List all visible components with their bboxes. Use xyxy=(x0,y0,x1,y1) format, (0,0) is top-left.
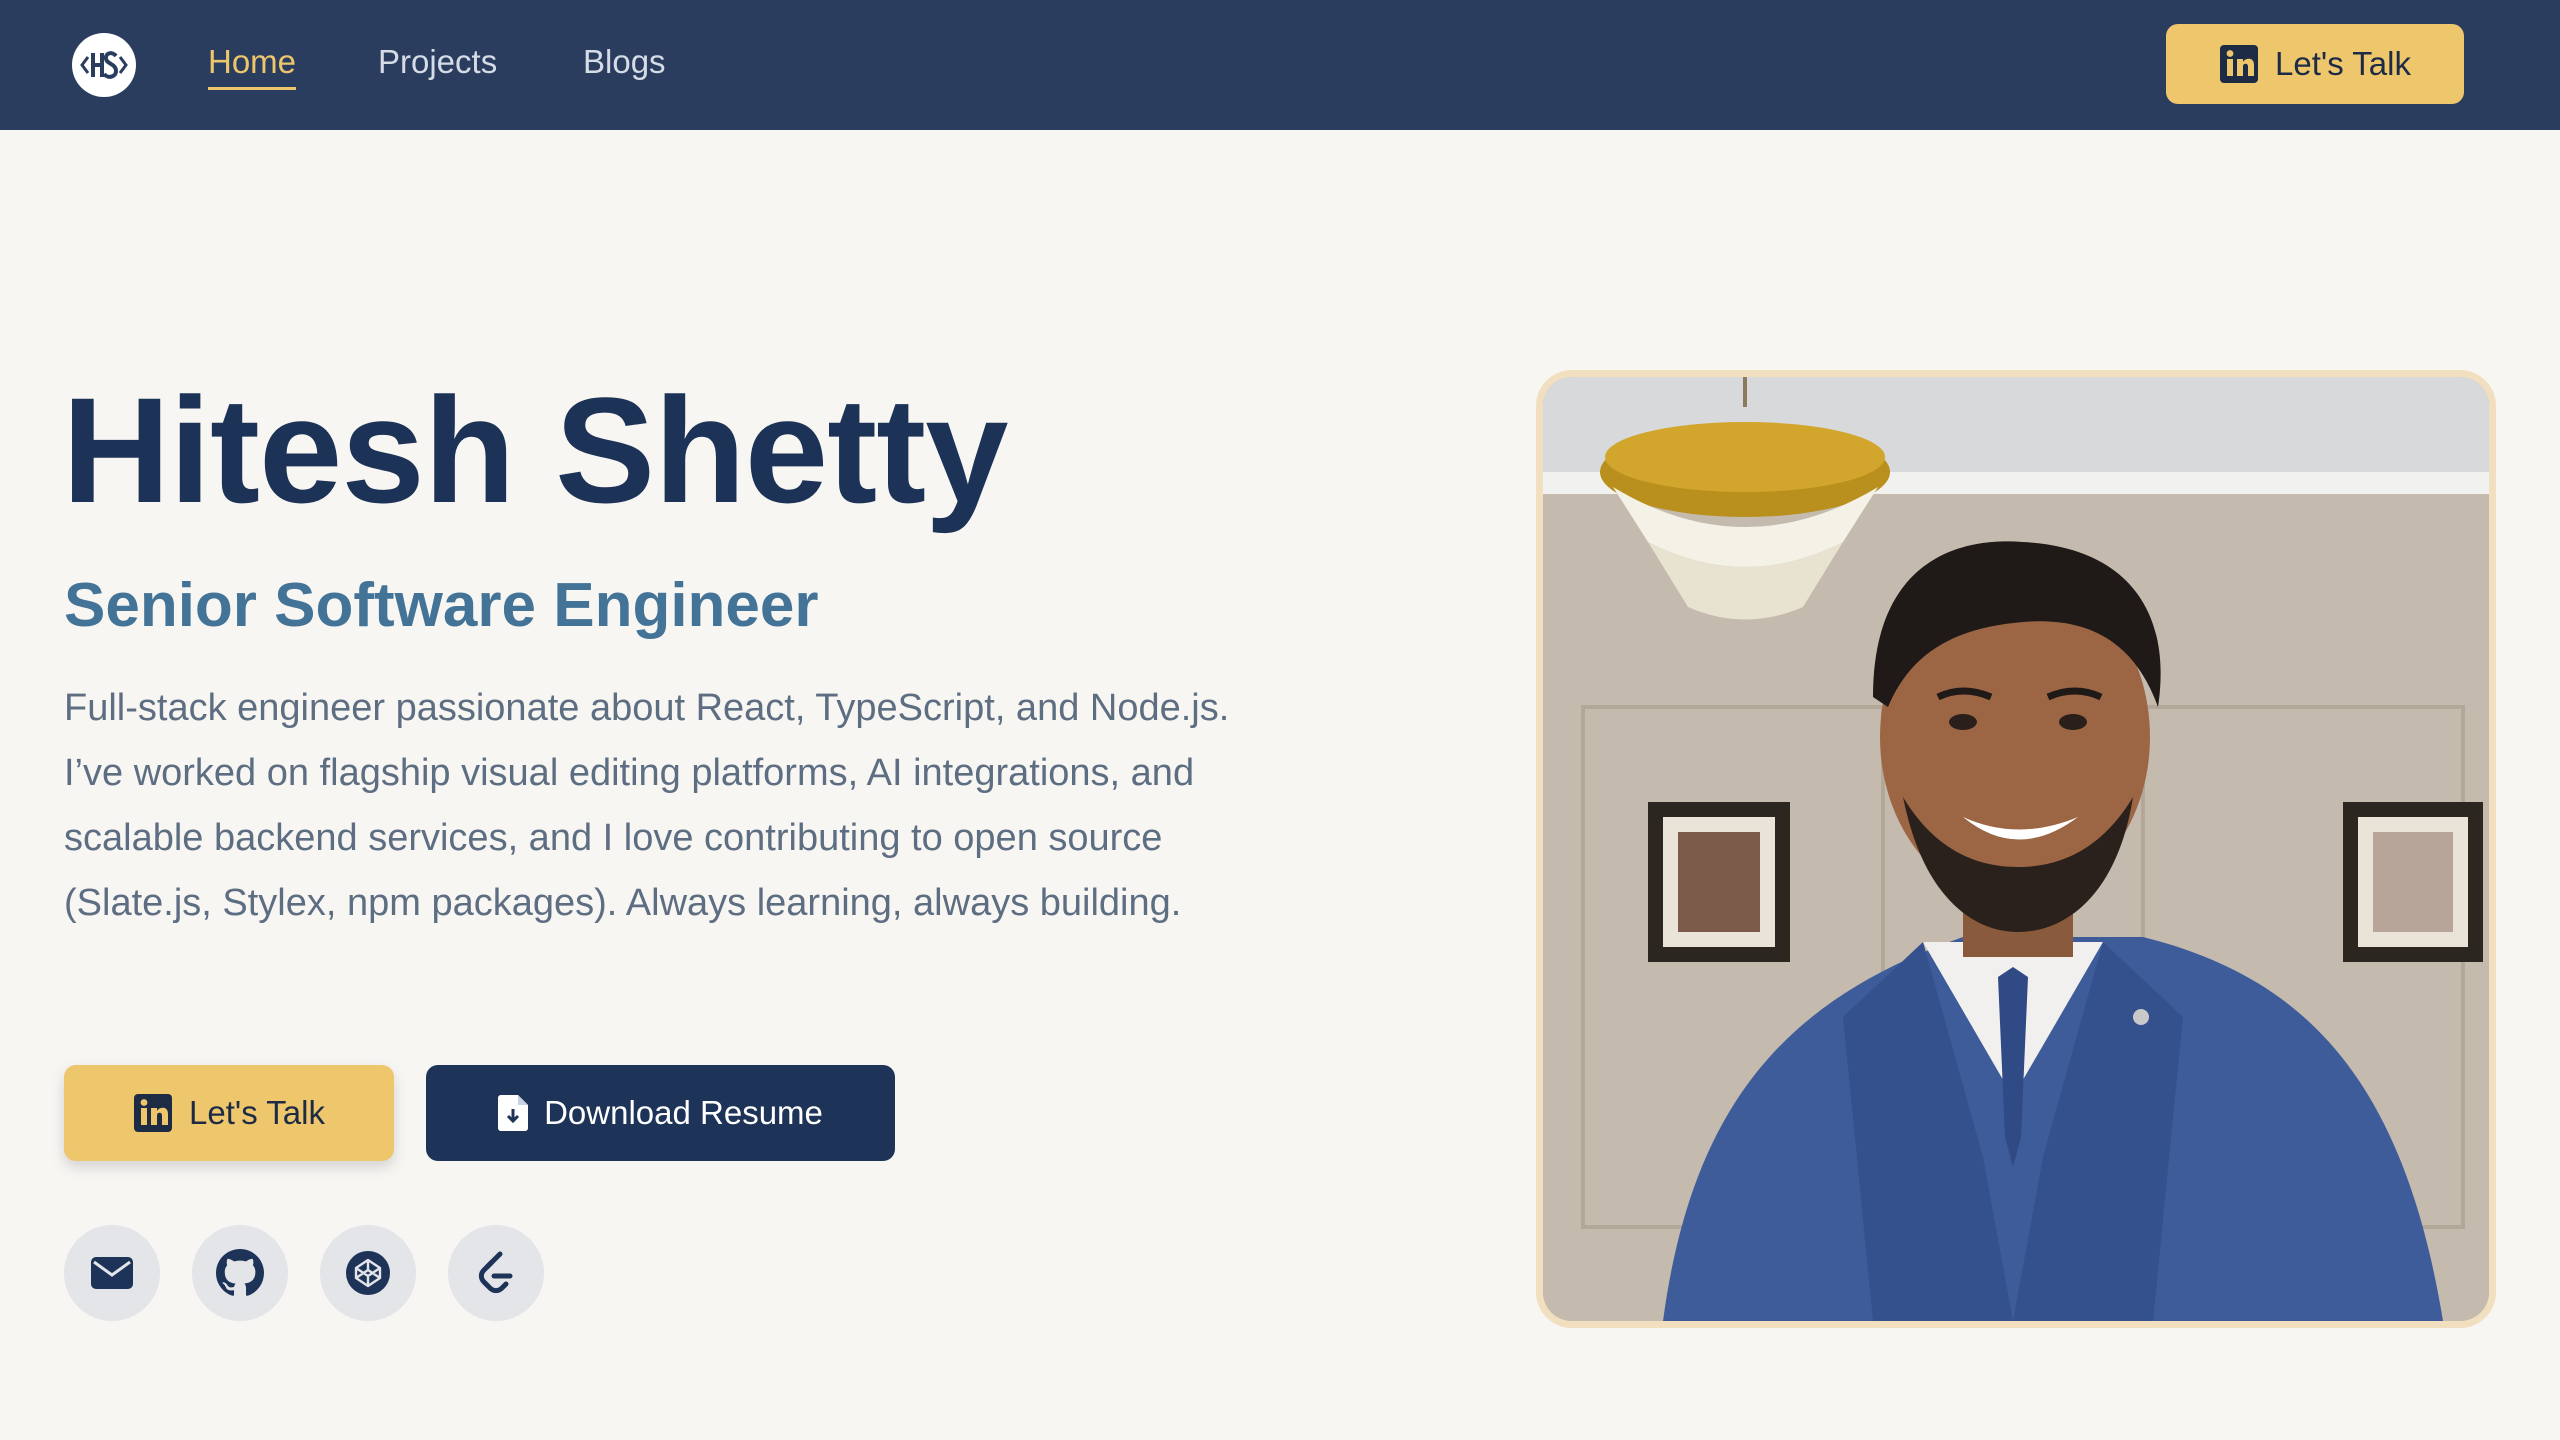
hs-logo-icon xyxy=(80,51,128,79)
social-github-link[interactable] xyxy=(192,1225,288,1321)
social-email-link[interactable] xyxy=(64,1225,160,1321)
linkedin-icon xyxy=(134,1094,173,1132)
social-leetcode-link[interactable] xyxy=(448,1225,544,1321)
linkedin-icon xyxy=(2220,45,2259,83)
nav-link-home[interactable]: Home xyxy=(208,40,297,90)
profile-photo xyxy=(1536,370,2496,1328)
download-resume-button[interactable]: Download Resume xyxy=(426,1065,895,1161)
nav-link-projects[interactable]: Projects xyxy=(378,40,497,90)
hero-name: Hitesh Shetty xyxy=(62,366,1009,534)
download-resume-label: Download Resume xyxy=(544,1094,823,1131)
codepen-icon xyxy=(346,1251,390,1295)
nav-lets-talk-button[interactable]: Let's Talk xyxy=(2166,24,2464,104)
file-download-icon xyxy=(498,1095,529,1131)
nav-lets-talk-label: Let's Talk xyxy=(2275,45,2411,82)
top-navbar: Home Projects Blogs Let's Talk xyxy=(0,0,2560,130)
hero-lets-talk-label: Let's Talk xyxy=(189,1094,325,1131)
hero-role: Senior Software Engineer xyxy=(64,571,819,640)
site-logo[interactable] xyxy=(72,33,136,97)
social-codepen-link[interactable] xyxy=(320,1225,416,1321)
github-icon xyxy=(216,1249,264,1296)
mail-icon xyxy=(91,1257,133,1289)
nav-link-blogs[interactable]: Blogs xyxy=(583,40,666,90)
leetcode-icon xyxy=(478,1251,513,1294)
hero-bio: Full-stack engineer passionate about Rea… xyxy=(64,687,1230,924)
hero-lets-talk-button[interactable]: Let's Talk xyxy=(64,1065,394,1161)
